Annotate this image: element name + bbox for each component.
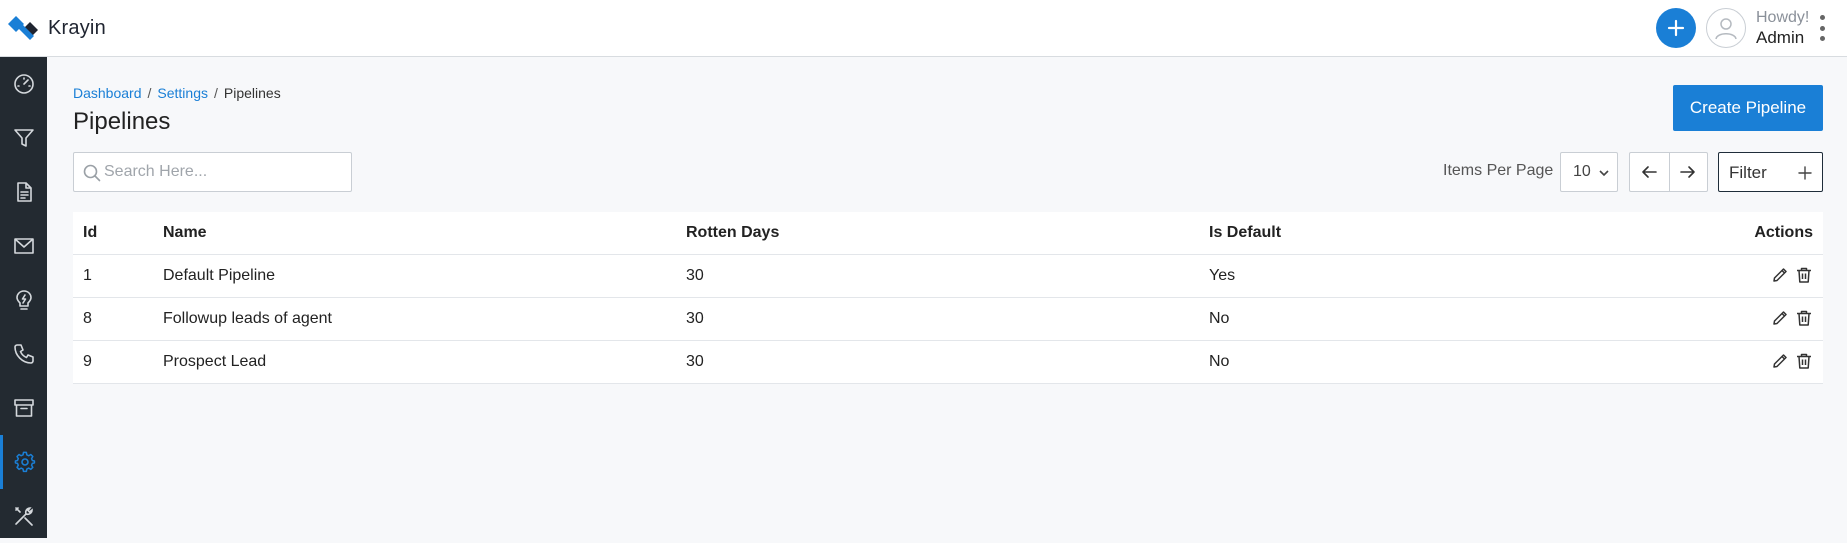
- column-header-id[interactable]: Id: [83, 224, 97, 242]
- breadcrumb-separator: /: [147, 85, 152, 101]
- items-per-page-value: 10: [1573, 163, 1591, 180]
- avatar[interactable]: [1706, 8, 1746, 48]
- gear-icon: [14, 451, 36, 473]
- cell-id: 8: [83, 310, 92, 327]
- plus-icon: [1667, 19, 1685, 37]
- cell-is-default: No: [1209, 310, 1230, 327]
- delete-icon[interactable]: [1795, 266, 1813, 289]
- items-per-page-label: Items Per Page: [1443, 162, 1554, 179]
- column-header-actions: Actions: [1754, 224, 1813, 241]
- filter-label: Filter: [1729, 163, 1767, 182]
- sidebar-item-mail[interactable]: [0, 219, 47, 273]
- breadcrumb-separator: /: [213, 85, 218, 101]
- greeting-text: Howdy!: [1756, 9, 1810, 26]
- logo[interactable]: Krayin: [8, 16, 106, 40]
- user-menu[interactable]: Howdy! Admin: [1756, 8, 1809, 48]
- pagination: [1629, 152, 1708, 192]
- cell-id: 9: [83, 353, 92, 370]
- breadcrumb-current: Pipelines: [223, 85, 281, 101]
- phone-icon: [13, 344, 34, 364]
- sidebar-item-dashboard[interactable]: [0, 57, 47, 111]
- search-icon: [83, 164, 101, 182]
- tools-icon: [14, 507, 33, 526]
- username-text: Admin: [1756, 28, 1805, 47]
- filter-funnel-icon: [13, 129, 34, 147]
- top-bar: Krayin Howdy! Admin: [0, 0, 1847, 57]
- cell-id: 1: [83, 267, 92, 284]
- row-actions: [1771, 266, 1813, 289]
- cell-name: Prospect Lead: [163, 353, 267, 370]
- column-header-is-default[interactable]: Is Default: [1209, 224, 1281, 242]
- items-per-page-select[interactable]: 10: [1560, 152, 1618, 192]
- edit-icon[interactable]: [1771, 352, 1789, 375]
- table-row: 1 Default Pipeline 30 Yes: [73, 255, 1823, 298]
- mail-icon: [13, 238, 34, 254]
- brand-name: Krayin: [48, 16, 106, 39]
- arrow-left-icon: [1642, 166, 1658, 178]
- document-icon: [16, 182, 32, 202]
- next-page-button[interactable]: [1668, 153, 1708, 191]
- column-header-rotten-days[interactable]: Rotten Days: [686, 224, 779, 242]
- cell-name: Default Pipeline: [163, 267, 276, 284]
- row-actions: [1771, 352, 1813, 375]
- sidebar-item-leads[interactable]: [0, 111, 47, 165]
- archive-box-icon: [13, 399, 34, 417]
- filter-button[interactable]: Filter: [1718, 152, 1823, 192]
- create-pipeline-button[interactable]: Create Pipeline: [1673, 85, 1823, 131]
- breadcrumb-settings[interactable]: Settings: [157, 85, 208, 101]
- cell-rotten-days: 30: [686, 310, 704, 327]
- quick-create-button[interactable]: [1656, 8, 1696, 48]
- page-title: Pipelines: [73, 108, 171, 135]
- chevron-down-icon: [1599, 170, 1609, 177]
- breadcrumb-dashboard[interactable]: Dashboard: [73, 85, 142, 101]
- sidebar-item-settings[interactable]: [0, 435, 47, 489]
- pipelines-table: Id Name Rotten Days Is Default Actions 1…: [73, 212, 1823, 384]
- krayin-logo-icon: [8, 16, 38, 40]
- breadcrumb: Dashboard / Settings / Pipelines: [73, 85, 281, 101]
- edit-icon[interactable]: [1771, 266, 1789, 289]
- cell-rotten-days: 30: [686, 267, 704, 284]
- search-box: [73, 152, 352, 192]
- more-options-icon[interactable]: [1816, 15, 1828, 41]
- delete-icon[interactable]: [1795, 309, 1813, 332]
- previous-page-button[interactable]: [1630, 153, 1669, 191]
- cell-is-default: No: [1209, 353, 1230, 370]
- sidebar-item-contacts[interactable]: [0, 327, 47, 381]
- cell-name: Followup leads of agent: [163, 310, 332, 327]
- cell-rotten-days: 30: [686, 353, 704, 370]
- row-actions: [1771, 309, 1813, 332]
- table-header-row: Id Name Rotten Days Is Default Actions: [73, 212, 1823, 255]
- arrow-right-icon: [1680, 166, 1696, 178]
- lightbulb-icon: [15, 290, 32, 310]
- table-row: 8 Followup leads of agent 30 No: [73, 298, 1823, 341]
- sidebar-item-products[interactable]: [0, 381, 47, 435]
- edit-icon[interactable]: [1771, 309, 1789, 332]
- sidebar-item-configuration[interactable]: [0, 489, 47, 543]
- search-input[interactable]: [104, 154, 344, 190]
- user-icon: [1715, 18, 1737, 40]
- cell-is-default: Yes: [1209, 267, 1236, 284]
- column-header-name[interactable]: Name: [163, 224, 207, 242]
- table-row: 9 Prospect Lead 30 No: [73, 341, 1823, 384]
- speedometer-icon: [13, 74, 34, 94]
- sidebar-item-activities[interactable]: [0, 273, 47, 327]
- delete-icon[interactable]: [1795, 352, 1813, 375]
- plus-icon: [1798, 166, 1812, 180]
- sidebar: [0, 57, 47, 538]
- sidebar-item-quotes[interactable]: [0, 165, 47, 219]
